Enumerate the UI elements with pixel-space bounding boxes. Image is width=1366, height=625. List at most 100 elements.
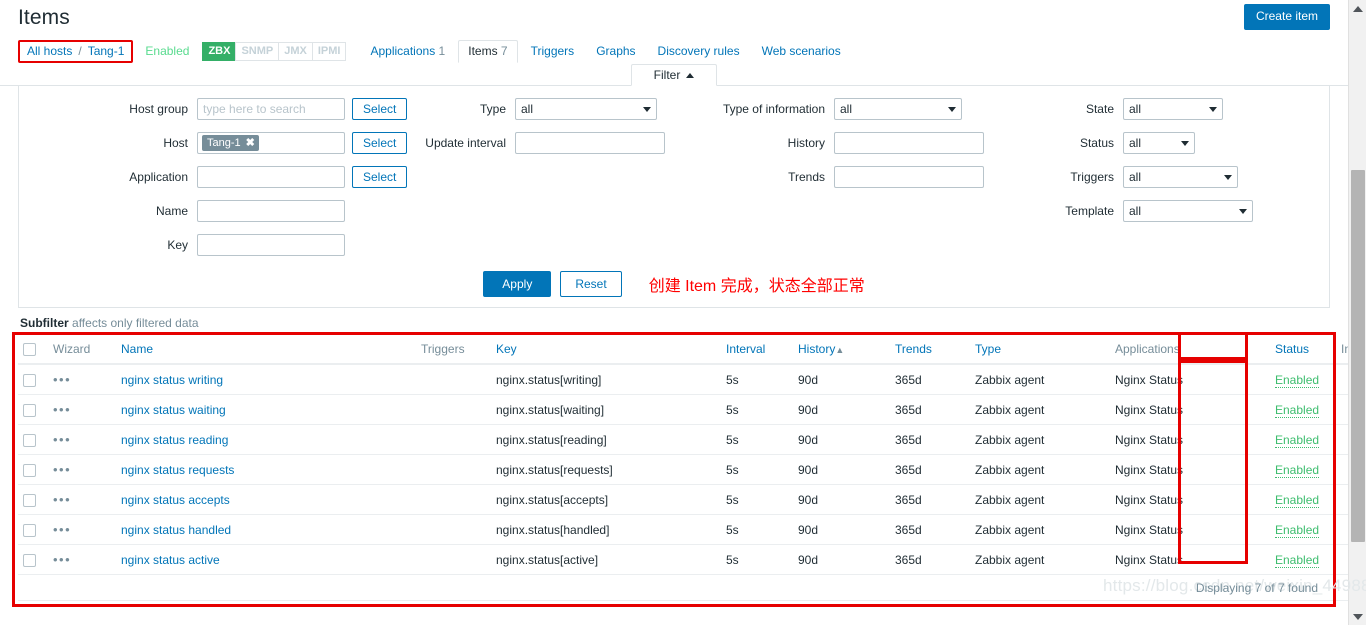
status-badge[interactable]: Enabled — [1275, 432, 1320, 448]
row-triggers-cell — [416, 424, 491, 456]
wizard-menu-icon[interactable]: ••• — [53, 492, 71, 507]
column-header-history-link[interactable]: History — [798, 342, 835, 356]
filter-column-2: Type all Update interval — [423, 98, 691, 256]
row-applications-cell: Nginx Status — [1110, 454, 1270, 486]
object-tab-applications-count: 1 — [438, 43, 446, 58]
item-name-link[interactable]: nginx status requests — [121, 463, 234, 477]
filter-input-application[interactable] — [197, 166, 345, 188]
row-interval-cell: 5s — [721, 484, 793, 516]
scrollbar-thumb[interactable] — [1351, 170, 1365, 542]
row-checkbox[interactable] — [23, 403, 36, 417]
subfilter-title: Subfilter — [20, 316, 69, 330]
filter-select-status[interactable]: all — [1123, 132, 1195, 154]
filter-select-host-group-button[interactable]: Select — [352, 98, 408, 120]
filter-row-template: Template all — [1021, 200, 1321, 222]
filter-select-triggers-wrap: all — [1123, 166, 1238, 188]
protocol-badges: ZBX SNMP JMX IPMI — [202, 41, 347, 61]
status-badge[interactable]: Enabled — [1275, 522, 1320, 538]
row-interval-cell: 5s — [721, 424, 793, 456]
item-name-link[interactable]: nginx status reading — [121, 433, 228, 447]
item-name-link[interactable]: nginx status waiting — [121, 403, 226, 417]
filter-input-host[interactable]: Tang-1 ✖ — [197, 132, 345, 154]
status-badge[interactable]: Enabled — [1275, 462, 1320, 478]
wizard-menu-icon[interactable]: ••• — [53, 522, 71, 537]
filter-select-triggers[interactable]: all — [1123, 166, 1238, 188]
filter-select-host-button[interactable]: Select — [352, 132, 408, 154]
row-type-cell: Zabbix agent — [970, 424, 1110, 456]
column-header-type: Type — [970, 336, 1110, 366]
status-badge[interactable]: Enabled — [1275, 372, 1320, 388]
scrollbar-down-arrow[interactable] — [1349, 608, 1366, 625]
host-chip[interactable]: Tang-1 ✖ — [202, 135, 259, 151]
item-name-link[interactable]: nginx status writing — [121, 373, 223, 387]
object-tab-web-scenarios[interactable]: Web scenarios — [753, 41, 850, 62]
browser-scrollbar[interactable] — [1348, 0, 1366, 625]
row-checkbox[interactable] — [23, 373, 36, 387]
column-header-interval: Interval — [721, 336, 793, 366]
filter-input-trends[interactable] — [834, 166, 984, 188]
row-checkbox[interactable] — [23, 433, 36, 447]
select-all-checkbox[interactable] — [23, 343, 36, 357]
filter-row-history: History — [691, 132, 1021, 154]
filter-input-host-group[interactable] — [197, 98, 345, 120]
column-header-name-link[interactable]: Name — [121, 342, 153, 356]
items-table-wrap: Wizard Name Triggers Key Interval Histor… — [12, 332, 1366, 608]
column-header-status-link[interactable]: Status — [1275, 342, 1309, 356]
status-badge[interactable]: Enabled — [1275, 402, 1320, 418]
row-history-cell: 90d — [793, 394, 890, 426]
row-checkbox[interactable] — [23, 523, 36, 537]
object-tab-triggers[interactable]: Triggers — [522, 41, 584, 62]
row-name-cell: nginx status accepts — [116, 484, 416, 516]
object-tab-applications[interactable]: Applications 1 — [361, 41, 454, 62]
row-name-cell: nginx status reading — [116, 424, 416, 456]
row-checkbox[interactable] — [23, 553, 36, 567]
item-name-link[interactable]: nginx status accepts — [121, 493, 230, 507]
row-history-cell: 90d — [793, 484, 890, 516]
column-header-type-link[interactable]: Type — [975, 342, 1001, 356]
row-status-cell: Enabled — [1270, 484, 1336, 516]
row-interval-cell: 5s — [721, 394, 793, 426]
scrollbar-up-arrow[interactable] — [1349, 0, 1366, 17]
object-tab-items[interactable]: Items 7 — [458, 39, 518, 63]
item-name-link[interactable]: nginx status handled — [121, 523, 231, 537]
close-icon[interactable]: ✖ — [246, 136, 255, 149]
filter-select-type[interactable]: all — [515, 98, 657, 120]
row-checkbox[interactable] — [23, 493, 36, 507]
object-tab-graphs[interactable]: Graphs — [587, 41, 644, 62]
filter-tab[interactable]: Filter — [630, 64, 718, 86]
filter-input-history[interactable] — [834, 132, 984, 154]
row-trends-cell: 365d — [890, 484, 970, 516]
wizard-menu-icon[interactable]: ••• — [53, 372, 71, 387]
row-name-cell: nginx status handled — [116, 514, 416, 546]
status-badge[interactable]: Enabled — [1275, 552, 1320, 568]
wizard-menu-icon[interactable]: ••• — [53, 432, 71, 447]
filter-input-update-interval[interactable] — [515, 132, 665, 154]
filter-select-state[interactable]: all — [1123, 98, 1223, 120]
object-tab-discovery-rules[interactable]: Discovery rules — [649, 41, 749, 62]
status-badge[interactable]: Enabled — [1275, 492, 1320, 508]
row-history-cell: 90d — [793, 454, 890, 486]
wizard-menu-icon[interactable]: ••• — [53, 402, 71, 417]
create-item-button[interactable]: Create item — [1243, 4, 1330, 31]
filter-input-name[interactable] — [197, 200, 345, 222]
breadcrumb-host[interactable]: Tang-1 — [88, 44, 125, 58]
filter-select-template[interactable]: all — [1123, 200, 1253, 222]
column-header-trends-link[interactable]: Trends — [895, 342, 932, 356]
row-checkbox[interactable] — [23, 463, 36, 477]
wizard-menu-icon[interactable]: ••• — [53, 462, 71, 477]
item-name-link[interactable]: nginx status active — [121, 553, 220, 567]
filter-select-type-of-information[interactable]: all — [834, 98, 962, 120]
table-row: ••• nginx status handled nginx.status[hand… — [18, 514, 1366, 546]
apply-button[interactable]: Apply — [483, 271, 552, 297]
filter-input-key[interactable] — [197, 234, 345, 256]
chevron-up-icon — [686, 72, 695, 78]
breadcrumb-separator: / — [78, 43, 82, 58]
wizard-menu-icon[interactable]: ••• — [53, 552, 71, 567]
breadcrumb-all-hosts[interactable]: All hosts — [27, 44, 72, 58]
reset-button[interactable]: Reset — [560, 271, 622, 297]
column-header-key-link[interactable]: Key — [496, 342, 517, 356]
row-applications-cell: Nginx Status — [1110, 364, 1270, 396]
filter-column-1: Host group Select Host Tang-1 ✖ Select — [19, 98, 423, 256]
column-header-interval-link[interactable]: Interval — [726, 342, 765, 356]
filter-select-application-button[interactable]: Select — [352, 166, 408, 188]
